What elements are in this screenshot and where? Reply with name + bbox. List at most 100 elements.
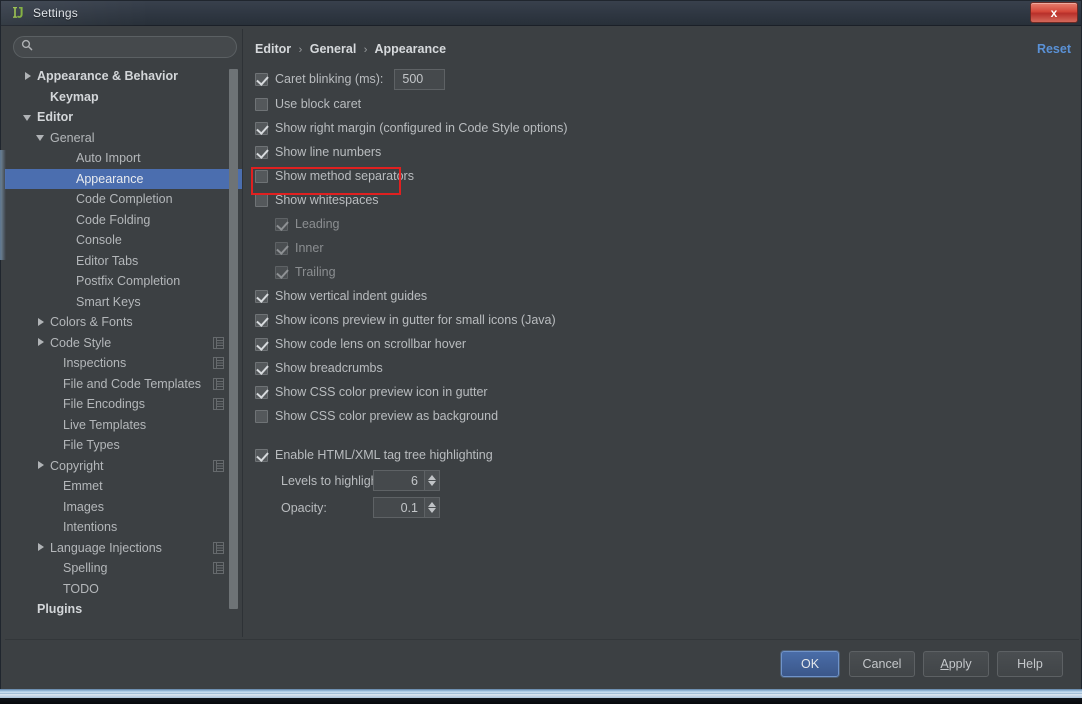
sidebar-item-keymap[interactable]: Keymap (5, 87, 242, 108)
sidebar-item-appearance-behavior[interactable]: Appearance & Behavior (5, 66, 242, 87)
settings-tree[interactable]: Appearance & Behavior Keymap Editor General… (5, 66, 242, 636)
sidebar-item-file-encodings[interactable]: File Encodings (5, 394, 242, 415)
checkbox-show-right-margin-configured-in-code-style-options[interactable] (255, 121, 268, 135)
sidebar-item-code-style[interactable]: Code Style (5, 333, 242, 354)
sidebar-item-language-injections[interactable]: Language Injections (5, 538, 242, 559)
checkbox-caret-blinking[interactable] (255, 72, 268, 86)
sidebar-item-live-templates[interactable]: Live Templates (5, 415, 242, 436)
sidebar-item-inspections[interactable]: Inspections (5, 353, 242, 374)
project-scope-icon (213, 377, 224, 393)
title-bar: Settings x (0, 0, 1082, 26)
option-label-show-icons-preview-in-gutter-for-small-icons-java: Show icons preview in gutter for small i… (275, 313, 556, 327)
sidebar-item-plugins[interactable]: Plugins (5, 599, 242, 620)
chevron-right-icon[interactable] (23, 71, 34, 82)
checkbox-show-icons-preview-in-gutter-for-small-icons-java[interactable] (255, 313, 268, 327)
sidebar-item-smart-keys[interactable]: Smart Keys (5, 292, 242, 313)
chevron-right-icon[interactable] (36, 317, 47, 328)
option-label-use-block-caret: Use block caret (275, 97, 362, 111)
checkbox-show-vertical-indent-guides[interactable] (255, 289, 268, 303)
stepper-up-icon[interactable] (428, 502, 436, 507)
sidebar-item-emmet[interactable]: Emmet (5, 476, 242, 497)
checkbox-show-breadcrumbs[interactable] (255, 361, 268, 375)
sidebar-item-appearance[interactable]: Appearance (5, 168, 242, 189)
sidebar-item-images[interactable]: Images (5, 497, 242, 518)
opacity-stepper[interactable]: 0.1 (373, 497, 440, 518)
opacity-value[interactable]: 0.1 (374, 498, 424, 517)
reset-link[interactable]: Reset (1037, 42, 1071, 56)
sidebar-item-console[interactable]: Console (5, 230, 242, 251)
caret-blinking-input[interactable]: 500 (394, 68, 446, 90)
stepper-down-icon[interactable] (428, 508, 436, 513)
sidebar-item-copyright[interactable]: Copyright (5, 456, 242, 477)
breadcrumb-part-2[interactable]: General (310, 42, 357, 56)
checkbox-inner[interactable] (275, 241, 288, 255)
sidebar-item-code-folding[interactable]: Code Folding (5, 210, 242, 231)
breadcrumb-part-1[interactable]: Editor (255, 42, 291, 56)
levels-stepper-buttons[interactable] (424, 471, 439, 490)
sidebar-item-file-types[interactable]: File Types (5, 435, 242, 456)
checkbox-use-block-caret[interactable] (255, 97, 268, 111)
levels-to-highlight-stepper[interactable]: 6 (373, 470, 440, 491)
sidebar-item-intentions[interactable]: Intentions (5, 517, 242, 538)
help-button[interactable]: Help (997, 651, 1063, 677)
chevron-right-icon[interactable] (36, 337, 47, 348)
apply-button[interactable]: Apply (923, 651, 989, 677)
option-row-trailing: Trailing (255, 260, 1073, 284)
stepper-down-icon[interactable] (428, 481, 436, 486)
cancel-button[interactable]: Cancel (849, 651, 915, 677)
checkbox-leading[interactable] (275, 217, 288, 231)
search-input[interactable] (38, 40, 226, 54)
search-box[interactable] (13, 36, 237, 58)
checkbox-trailing[interactable] (275, 265, 288, 279)
sidebar-item-spelling[interactable]: Spelling (5, 558, 242, 579)
sidebar-item-general[interactable]: General (5, 128, 242, 149)
chevron-down-icon[interactable] (36, 132, 47, 143)
opacity-stepper-buttons[interactable] (424, 498, 439, 517)
checkbox-show-method-separators[interactable] (255, 169, 268, 183)
stepper-up-icon[interactable] (428, 475, 436, 480)
levels-to-highlight-value[interactable]: 6 (374, 471, 424, 490)
sidebar-item-label: Live Templates (63, 417, 147, 432)
checkbox-option-rows: Use block caret Show right margin (config… (255, 92, 1073, 428)
sidebar-item-todo[interactable]: TODO (5, 579, 242, 600)
ok-button[interactable]: OK (781, 651, 839, 677)
sidebar-item-postfix-completion[interactable]: Postfix Completion (5, 271, 242, 292)
option-row-opacity: Opacity: 0.1 (255, 494, 1073, 521)
sidebar-item-label: Images (63, 499, 104, 514)
checkbox-show-css-color-preview-as-background[interactable] (255, 409, 268, 423)
sidebar-item-colors-fonts[interactable]: Colors & Fonts (5, 312, 242, 333)
checkbox-show-whitespaces[interactable] (255, 193, 268, 207)
chevron-down-icon[interactable] (23, 112, 34, 123)
checkbox-show-css-color-preview-icon-in-gutter[interactable] (255, 385, 268, 399)
chevron-right-icon[interactable] (36, 542, 47, 553)
sidebar-item-auto-import[interactable]: Auto Import (5, 148, 242, 169)
sidebar-item-label: Plugins (37, 602, 83, 617)
sidebar-item-editor[interactable]: Editor (5, 107, 242, 128)
checkbox-enable-tag-tree-highlighting[interactable] (255, 448, 268, 462)
checkbox-show-code-lens-on-scrollbar-hover[interactable] (255, 337, 268, 351)
sidebar-item-label: Colors & Fonts (50, 315, 133, 330)
option-label-show-whitespaces: Show whitespaces (275, 193, 379, 207)
close-icon[interactable]: x (1030, 2, 1078, 23)
sidebar-scrollbar-thumb[interactable] (229, 69, 238, 609)
sidebar-item-editor-tabs[interactable]: Editor Tabs (5, 251, 242, 272)
dialog-button-bar: OK Cancel Apply Help (1, 639, 1082, 694)
chevron-right-icon[interactable] (36, 460, 47, 471)
sidebar-scrollbar[interactable] (229, 67, 238, 635)
option-label-show-line-numbers: Show line numbers (275, 145, 382, 159)
checkbox-show-line-numbers[interactable] (255, 145, 268, 159)
pane-divider (242, 29, 243, 637)
sidebar-item-label: File Encodings (63, 397, 145, 412)
sidebar-item-label: Spelling (63, 561, 108, 576)
sidebar-item-label: General (50, 130, 95, 145)
sidebar-item-code-completion[interactable]: Code Completion (5, 189, 242, 210)
sidebar-item-file-and-code-templates[interactable]: File and Code Templates (5, 374, 242, 395)
